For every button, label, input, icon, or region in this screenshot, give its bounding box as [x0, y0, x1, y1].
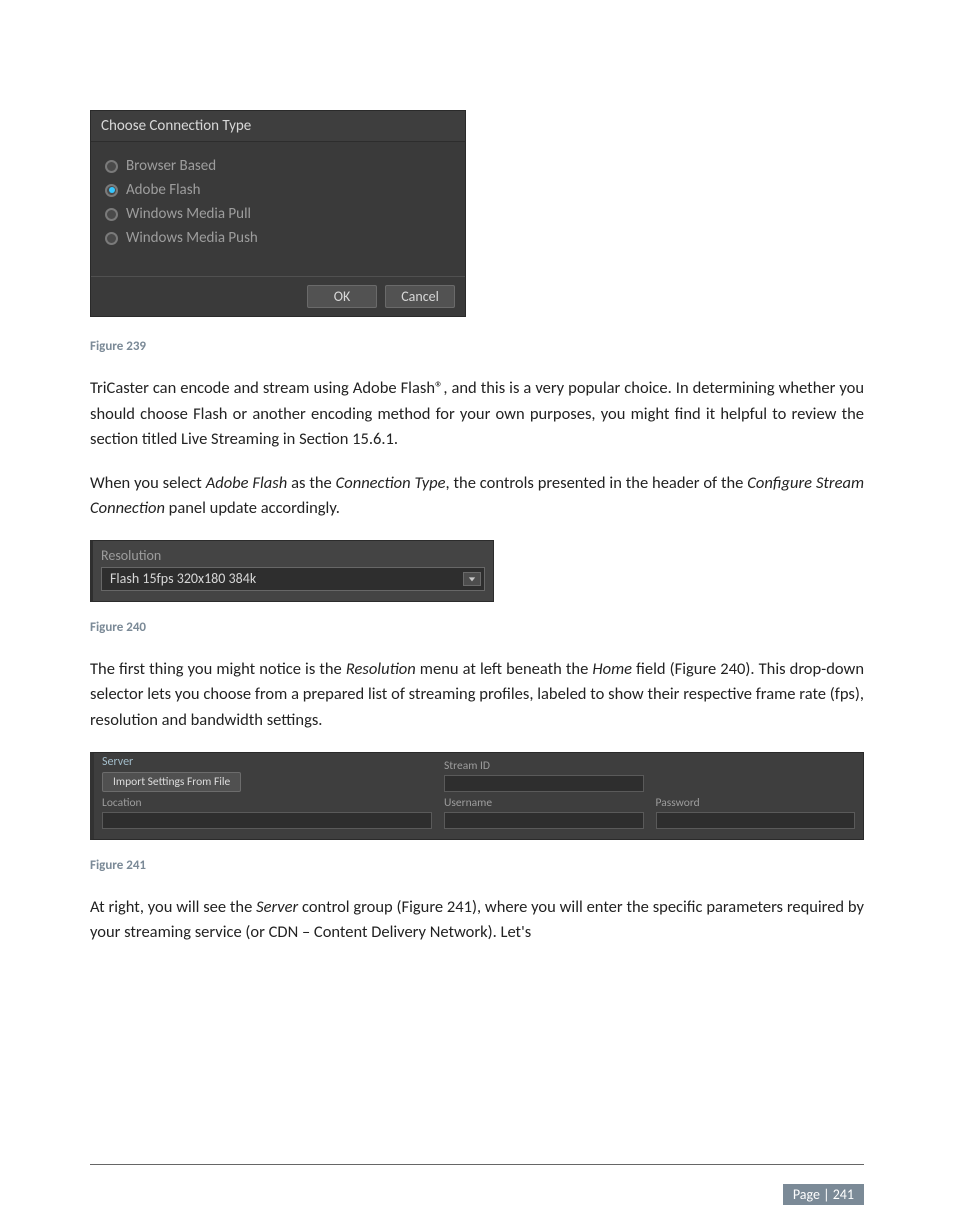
resolution-value: Flash 15fps 320x180 384k [110, 570, 256, 587]
chevron-down-icon [463, 572, 481, 586]
location-input[interactable] [102, 812, 432, 829]
ok-button[interactable]: OK [307, 285, 377, 308]
dialog-footer: OK Cancel [91, 276, 465, 316]
password-label: Password [656, 796, 856, 810]
stream-id-input[interactable] [444, 775, 644, 792]
figure-241-caption: Figure 241 [90, 858, 864, 873]
radio-wm-pull[interactable]: Windows Media Pull [105, 202, 451, 226]
radio-icon [105, 160, 118, 173]
figure-240-caption: Figure 240 [90, 620, 864, 635]
radio-label: Browser Based [126, 157, 216, 175]
paragraph-2: When you select Adobe Flash as the Conne… [90, 471, 864, 522]
stream-id-label: Stream ID [444, 759, 644, 773]
resolution-label: Resolution [101, 547, 485, 564]
paragraph-4: At right, you will see the Server contro… [90, 895, 864, 946]
radio-label: Adobe Flash [126, 181, 200, 199]
figure-239-caption: Figure 239 [90, 339, 864, 354]
radio-browser-based[interactable]: Browser Based [105, 154, 451, 178]
resolution-select[interactable]: Flash 15fps 320x180 384k [101, 567, 485, 591]
choose-connection-dialog: Choose Connection Type Browser Based Ado… [90, 110, 466, 317]
password-input[interactable] [656, 812, 856, 829]
paragraph-3: The first thing you might notice is the … [90, 657, 864, 734]
radio-label: Windows Media Pull [126, 205, 251, 223]
dialog-title: Choose Connection Type [91, 111, 465, 142]
page-number: Page | 241 [783, 1184, 864, 1205]
footer-divider [90, 1164, 864, 1165]
username-label: Username [444, 796, 644, 810]
radio-icon [105, 208, 118, 221]
radio-label: Windows Media Push [126, 229, 258, 247]
resolution-panel: Resolution Flash 15fps 320x180 384k [90, 540, 494, 602]
import-settings-button[interactable]: Import Settings From File [102, 772, 241, 792]
radio-icon [105, 184, 118, 197]
radio-wm-push[interactable]: Windows Media Push [105, 226, 451, 250]
username-input[interactable] [444, 812, 644, 829]
radio-icon [105, 232, 118, 245]
radio-adobe-flash[interactable]: Adobe Flash [105, 178, 451, 202]
server-panel: Server Import Settings From File Stream … [90, 752, 864, 840]
cancel-button[interactable]: Cancel [385, 285, 455, 308]
location-label: Location [102, 796, 432, 810]
dialog-body: Browser Based Adobe Flash Windows Media … [91, 142, 465, 276]
server-legend: Server [102, 755, 432, 769]
paragraph-1: TriCaster can encode and stream using Ad… [90, 376, 864, 453]
